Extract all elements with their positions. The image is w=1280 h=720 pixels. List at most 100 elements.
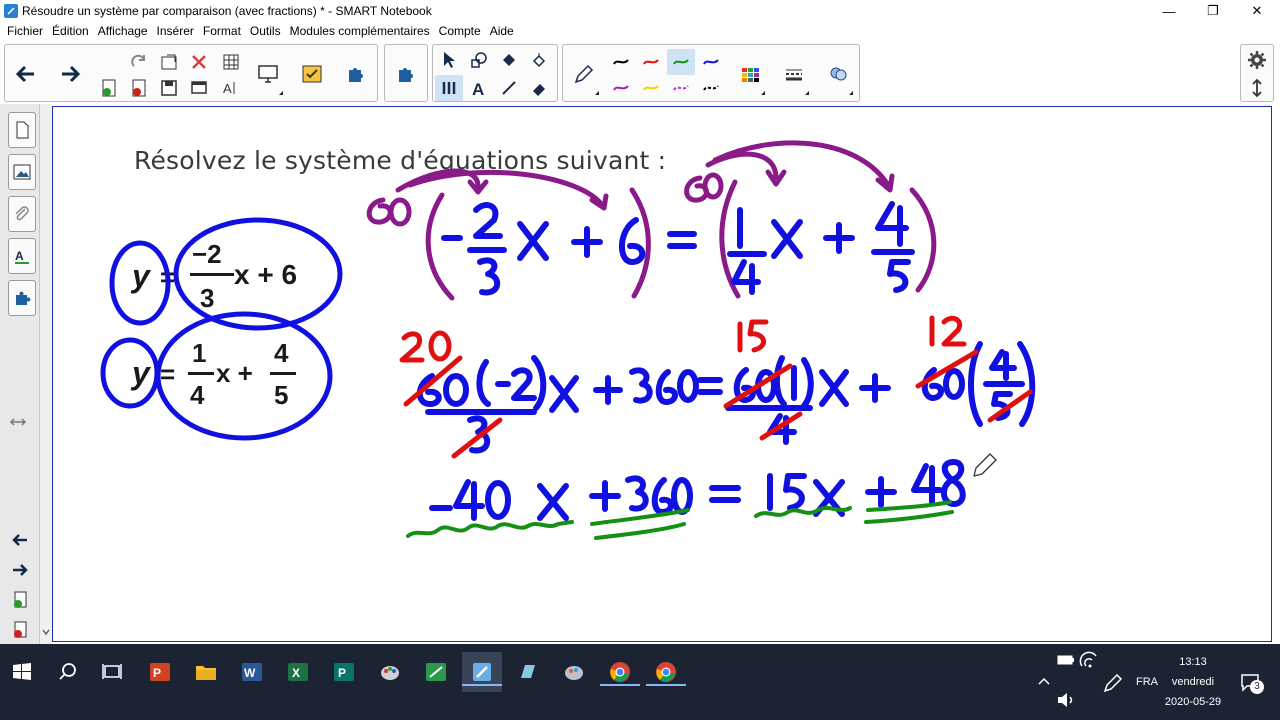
magenta-dashed-stroke-icon xyxy=(673,85,689,91)
effects-button[interactable] xyxy=(821,47,855,101)
taskbar-paint3d[interactable] xyxy=(554,652,594,692)
eq1-denominator: 3 xyxy=(200,283,215,313)
redo-button[interactable] xyxy=(125,49,153,75)
fill-tool[interactable] xyxy=(495,47,523,73)
previous-page-button[interactable] xyxy=(9,47,43,101)
pen-green[interactable] xyxy=(667,49,695,75)
sidebar-add-page[interactable] xyxy=(8,588,32,612)
taskbar-notebook-tools[interactable] xyxy=(508,652,548,692)
menu-fichier[interactable]: Fichier xyxy=(7,24,43,38)
tab-page-sorter[interactable] xyxy=(8,112,36,148)
delete-page-button[interactable] xyxy=(125,75,153,101)
line-style-button[interactable] xyxy=(777,47,811,101)
shapes-tool[interactable] xyxy=(465,47,493,73)
taskbar-publisher[interactable]: P xyxy=(324,652,364,692)
start-button[interactable] xyxy=(2,652,42,692)
delete-button[interactable] xyxy=(185,49,213,75)
chrome-2-open-indicator xyxy=(646,684,686,686)
sidebar-previous-page[interactable] xyxy=(8,528,32,552)
resize-sidebar-handle[interactable] xyxy=(6,410,30,434)
line-tool[interactable] xyxy=(495,75,523,101)
eq2-denominator-2: 5 xyxy=(274,380,289,410)
next-page-button[interactable] xyxy=(53,47,87,101)
menu-outils[interactable]: Outils xyxy=(250,24,281,38)
pen-yellow[interactable] xyxy=(637,75,665,101)
taskbar-file-explorer[interactable] xyxy=(186,652,226,692)
tray-volume[interactable] xyxy=(1054,688,1078,712)
pen-purple[interactable] xyxy=(607,75,635,101)
svg-text:P: P xyxy=(338,666,346,680)
select-tool[interactable] xyxy=(435,47,463,73)
taskbar-chrome[interactable] xyxy=(600,652,640,692)
tray-battery[interactable] xyxy=(1054,648,1078,672)
pen-blue[interactable] xyxy=(697,49,725,75)
taskbar-chrome-2[interactable] xyxy=(646,652,686,692)
open-button[interactable] xyxy=(155,49,183,75)
tab-gallery[interactable] xyxy=(8,154,36,190)
tab-addons[interactable] xyxy=(8,280,36,316)
vertical-scrollbar[interactable] xyxy=(40,104,52,644)
pen-black[interactable] xyxy=(607,49,635,75)
save-button[interactable] xyxy=(155,75,183,101)
taskbar-geogebra[interactable] xyxy=(416,652,456,692)
menu-compte[interactable]: Compte xyxy=(439,24,481,38)
taskbar-paint[interactable] xyxy=(370,652,410,692)
eq2-fraction-bar-1 xyxy=(188,372,214,375)
clock[interactable]: 13:13 vendredi 2020-05-29 xyxy=(1148,652,1238,712)
close-button[interactable]: ✕ xyxy=(1234,0,1280,22)
settings-button[interactable] xyxy=(1243,47,1271,73)
menu-format[interactable]: Format xyxy=(203,24,241,38)
pen-magenta-dashed[interactable] xyxy=(667,75,695,101)
text-style-icon: A xyxy=(223,81,235,96)
move-toolbar-button[interactable] xyxy=(1243,75,1271,101)
sidebar-delete-page[interactable] xyxy=(8,618,32,642)
smart-notebook-icon xyxy=(473,663,491,681)
pens-tool[interactable] xyxy=(435,75,463,101)
paint-bucket-tool[interactable] xyxy=(525,47,553,73)
restore-button[interactable]: ❐ xyxy=(1190,0,1236,22)
display-screen-button[interactable] xyxy=(251,47,285,101)
taskbar-smart-notebook[interactable] xyxy=(462,652,502,692)
menu-inserer[interactable]: Insérer xyxy=(157,24,194,38)
menu-affichage[interactable]: Affichage xyxy=(98,24,148,38)
open-file-icon xyxy=(161,54,177,70)
minimize-button[interactable]: — xyxy=(1146,0,1192,22)
activity-button[interactable] xyxy=(295,47,329,101)
color-palette-button[interactable] xyxy=(733,47,767,101)
toolbar-group-pen-properties xyxy=(562,44,860,102)
menu-edition[interactable]: Édition xyxy=(52,24,89,38)
menu-modules[interactable]: Modules complémentaires xyxy=(290,24,430,38)
table-button[interactable] xyxy=(217,49,245,75)
file-explorer-icon xyxy=(196,666,216,680)
pen-workspace-icon xyxy=(1103,673,1123,693)
pen-black-dashed[interactable] xyxy=(697,75,725,101)
eq1-equals: = xyxy=(160,262,176,292)
taskbar-word[interactable]: W xyxy=(232,652,272,692)
add-page-button[interactable] xyxy=(95,75,123,101)
screen-shade-button[interactable] xyxy=(185,75,213,101)
search-button[interactable] xyxy=(48,652,88,692)
action-center-button[interactable]: 3 xyxy=(1232,664,1268,700)
taskbar-powerpoint[interactable]: P xyxy=(140,652,180,692)
tray-pen-menu[interactable] xyxy=(1100,670,1126,696)
eq2-y: y xyxy=(132,355,150,391)
tab-attachments[interactable] xyxy=(8,196,36,232)
prompt-text: Résolvez le système d'équations suivant … xyxy=(134,146,667,175)
text-tool[interactable]: A xyxy=(465,75,493,101)
text-style-button[interactable]: A xyxy=(217,75,245,101)
taskbar-excel[interactable]: X xyxy=(278,652,318,692)
pen-type-button[interactable] xyxy=(567,47,601,101)
task-view-button[interactable] xyxy=(92,652,132,692)
widgets-button[interactable] xyxy=(389,47,423,101)
menu-aide[interactable]: Aide xyxy=(490,24,514,38)
pen-red[interactable] xyxy=(637,49,665,75)
addons-button[interactable] xyxy=(339,47,373,101)
dropdown-triangle-icon xyxy=(805,91,809,95)
pens-icon xyxy=(442,82,456,94)
arrow-right-small-icon xyxy=(13,564,28,576)
tab-properties[interactable]: A xyxy=(8,238,36,274)
eraser-tool[interactable] xyxy=(525,75,553,101)
eq2-middle: x + xyxy=(216,358,253,388)
tray-network[interactable] xyxy=(1078,648,1102,672)
sidebar-next-page[interactable] xyxy=(8,558,32,582)
